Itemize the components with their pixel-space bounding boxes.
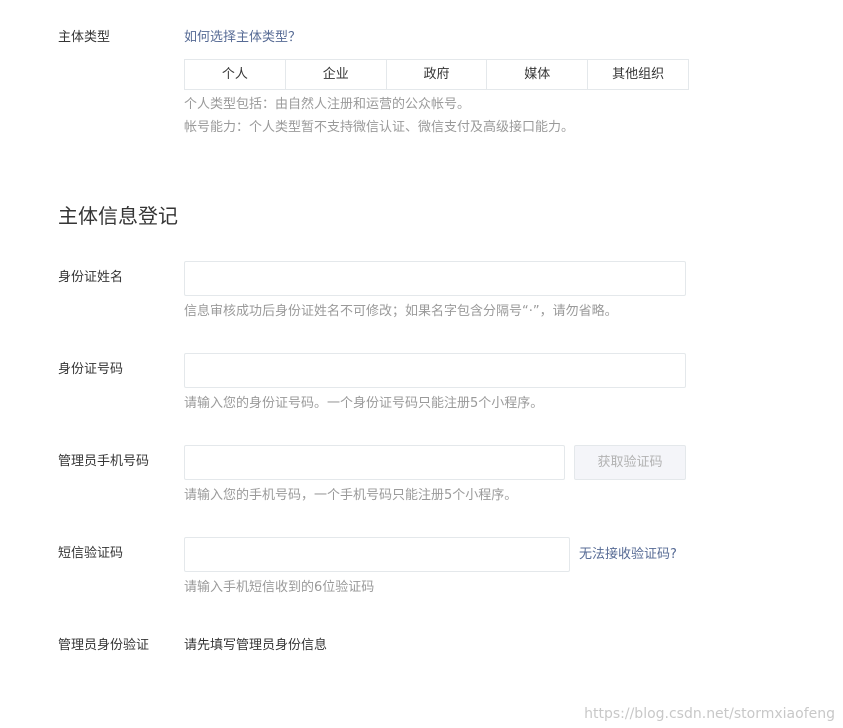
registration-page: 主体类型 如何选择主体类型？ 个人 企业 政府 媒体 其他组织 个人类型包括：由… — [0, 0, 843, 728]
subject-type-option-media[interactable]: 媒体 — [487, 60, 589, 89]
id-number-label: 身份证号码 — [58, 362, 124, 377]
admin-verify-label: 管理员身份验证 — [58, 638, 150, 653]
id-name-label: 身份证姓名 — [58, 270, 124, 285]
id-number-tip: 请输入您的身份证号码。一个身份证号码只能注册5个小程序。 — [184, 396, 544, 411]
phone-tip: 请输入您的手机号码，一个手机号码只能注册5个小程序。 — [184, 488, 518, 503]
subject-type-tip-2: 帐号能力：个人类型暂不支持微信认证、微信支付及高级接口能力。 — [184, 120, 575, 135]
phone-input[interactable] — [184, 445, 565, 480]
id-number-input[interactable] — [184, 353, 686, 388]
subject-type-option-personal[interactable]: 个人 — [185, 60, 286, 89]
subject-type-help-link[interactable]: 如何选择主体类型？ — [184, 28, 301, 48]
subject-type-option-government[interactable]: 政府 — [387, 60, 488, 89]
subject-type-option-enterprise[interactable]: 企业 — [286, 60, 387, 89]
subject-type-label: 主体类型 — [58, 30, 111, 45]
subject-type-tip-1: 个人类型包括：由自然人注册和运营的公众帐号。 — [184, 97, 471, 112]
get-code-button[interactable]: 获取验证码 — [574, 445, 686, 480]
subject-type-selector: 个人 企业 政府 媒体 其他组织 — [184, 59, 689, 90]
id-name-input[interactable] — [184, 261, 686, 296]
watermark: https://blog.csdn.net/stormxiaofeng — [584, 706, 835, 722]
admin-verify-value: 请先填写管理员身份信息 — [184, 638, 328, 653]
id-name-tip: 信息审核成功后身份证姓名不可修改；如果名字包含分隔号“·”，请勿省略。 — [184, 304, 618, 319]
phone-label: 管理员手机号码 — [58, 454, 150, 469]
section-title: 主体信息登记 — [58, 204, 178, 228]
sms-code-label: 短信验证码 — [58, 546, 124, 561]
sms-code-tip: 请输入手机短信收到的6位验证码 — [184, 580, 375, 595]
sms-code-help-link[interactable]: 无法接收验证码? — [579, 545, 677, 565]
subject-type-option-other[interactable]: 其他组织 — [588, 60, 688, 89]
sms-code-input[interactable] — [184, 537, 570, 572]
